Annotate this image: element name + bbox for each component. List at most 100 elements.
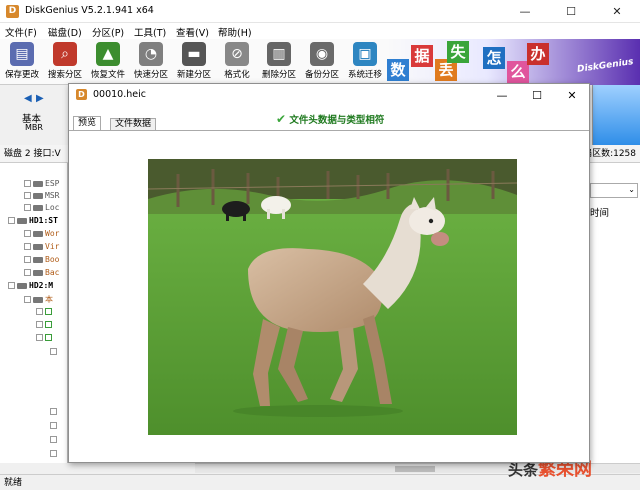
dialog-minimize-button[interactable]: —: [485, 84, 519, 106]
tree-item[interactable]: ESP: [24, 179, 59, 190]
system-migrate-label: 系统迁移: [347, 70, 382, 80]
disk-navigator: ◀ ▶ 基本 MBR: [0, 85, 68, 145]
dialog-maximize-button[interactable]: ☐: [520, 84, 554, 106]
system-migrate-button[interactable]: ▣ 系统迁移: [345, 41, 385, 83]
backup-partition-button[interactable]: ◉ 备份分区: [302, 41, 342, 83]
maximize-button[interactable]: ☐: [548, 0, 594, 23]
migrate-icon: ▣: [353, 42, 377, 66]
new-partition-icon: ▬: [182, 42, 206, 66]
tree-expander[interactable]: [50, 435, 59, 446]
tab-file-data[interactable]: 文件数据: [110, 118, 157, 130]
signature-text: 文件头数据与类型相符: [289, 115, 385, 126]
close-button[interactable]: ✕: [594, 0, 640, 23]
search-partition-label: 搜索分区: [47, 70, 82, 80]
menu-partition[interactable]: 分区(P): [92, 25, 124, 39]
preview-area: [69, 130, 589, 462]
tree-item[interactable]: 本: [24, 294, 53, 305]
menu-help[interactable]: 帮助(H): [218, 25, 252, 39]
tree-expander[interactable]: [36, 333, 54, 344]
delete-icon: ▥: [267, 42, 291, 66]
disk-info-right: 扇区数:1258: [583, 149, 636, 159]
quick-partition-label: 快速分区: [133, 70, 168, 80]
search-partition-button[interactable]: ⌕ 搜索分区: [45, 41, 85, 83]
tree-item[interactable]: HD2:M: [8, 281, 53, 292]
preview-image: [148, 159, 517, 435]
dialog-filename: 00010.heic: [93, 89, 146, 100]
tree-expander[interactable]: [50, 449, 59, 460]
tree-item[interactable]: Bac: [24, 268, 59, 279]
chevron-down-icon: ⌄: [628, 185, 635, 194]
menu-tools[interactable]: 工具(T): [134, 25, 166, 39]
prev-disk-icon[interactable]: ◀: [24, 93, 32, 104]
save-changes-label: 保存更改: [4, 70, 39, 80]
disk-tree: ESP MSR Loc HD1:ST Wor Vir Boo Bac HD2:M…: [0, 163, 68, 463]
menu-view[interactable]: 查看(V): [176, 25, 209, 39]
save-icon: ▤: [10, 42, 34, 66]
tree-expander[interactable]: [50, 421, 59, 432]
app-logo-icon: D: [6, 5, 19, 18]
tree-expander[interactable]: [36, 307, 54, 318]
scrollbar-thumb[interactable]: [395, 466, 435, 472]
tree-item[interactable]: Boo: [24, 255, 59, 266]
dialog-tabs: 预览 文件数据 ✔ 文件头数据与类型相符: [69, 108, 589, 130]
partition-icon: [33, 230, 43, 237]
partition-icon: [33, 180, 43, 187]
next-disk-icon[interactable]: ▶: [36, 93, 44, 104]
alpaca-photo: [148, 159, 517, 435]
banner-tile: 怎: [483, 47, 505, 69]
dialog-close-button[interactable]: ✕: [555, 84, 589, 106]
signature-status: ✔ 文件头数据与类型相符: [276, 112, 384, 126]
banner-tile: 办: [527, 43, 549, 65]
quick-partition-button[interactable]: ◔ 快速分区: [131, 41, 171, 83]
menu-bar: 文件(F) 磁盘(D) 分区(P) 工具(T) 查看(V) 帮助(H): [0, 23, 640, 39]
tree-expander[interactable]: [50, 347, 59, 358]
partition-icon: [33, 296, 43, 303]
tree-expander[interactable]: [36, 320, 54, 331]
dialog-app-icon: D: [76, 89, 87, 100]
recover-icon: ▲: [96, 42, 120, 66]
status-text: 就绪: [4, 478, 23, 488]
partition-table-label: MBR: [25, 123, 43, 132]
promo-banner[interactable]: 数 据 丢 失 怎 么 办 DiskGenius: [385, 39, 640, 85]
banner-tile: 据: [411, 45, 433, 67]
tree-item[interactable]: MSR: [24, 191, 59, 202]
save-changes-button[interactable]: ▤ 保存更改: [2, 41, 42, 83]
quick-partition-icon: ◔: [139, 42, 163, 66]
partition-icon: [33, 269, 43, 276]
partition-bar-segment[interactable]: [592, 85, 640, 145]
column-header-time[interactable]: 时间: [590, 205, 609, 219]
dialog-title-bar[interactable]: D 00010.heic — ☐ ✕: [69, 84, 589, 106]
tab-preview[interactable]: 预览: [73, 116, 102, 130]
banner-tile: 失: [447, 41, 469, 63]
new-partition-button[interactable]: ▬ 新建分区: [174, 41, 214, 83]
tree-expander[interactable]: [50, 407, 59, 418]
tree-item[interactable]: Loc: [24, 203, 59, 214]
disk-icon: [17, 217, 27, 224]
disk-info-left: 磁盘 2 接口:V: [4, 149, 61, 159]
backup-partition-label: 备份分区: [304, 70, 339, 80]
menu-disk[interactable]: 磁盘(D): [48, 25, 82, 39]
delete-partition-label: 删除分区: [261, 70, 296, 80]
minimize-button[interactable]: —: [502, 0, 548, 23]
partition-icon: [33, 204, 43, 211]
recover-files-button[interactable]: ▲ 恢复文件: [88, 41, 128, 83]
format-button[interactable]: ⊘ 格式化: [217, 41, 257, 83]
file-list-panel: ⌄ 时间: [588, 163, 640, 463]
tree-item[interactable]: HD1:ST: [8, 216, 58, 227]
partition-icon: [33, 256, 43, 263]
banner-brand: DiskGenius: [576, 57, 635, 75]
banner-tile: 数: [387, 59, 409, 81]
delete-partition-button[interactable]: ▥ 删除分区: [259, 41, 299, 83]
format-label: 格式化: [224, 70, 250, 80]
tree-item[interactable]: Wor: [24, 229, 59, 240]
tree-item[interactable]: Vir: [24, 242, 59, 253]
partition-icon: [33, 243, 43, 250]
title-bar: D DiskGenius V5.2.1.941 x64 — ☐ ✕: [0, 0, 640, 23]
partition-icon: [33, 192, 43, 199]
menu-file[interactable]: 文件(F): [5, 25, 37, 39]
view-filter-select[interactable]: ⌄: [590, 183, 638, 198]
banner-tile: 么: [507, 61, 529, 83]
checkmark-icon: ✔: [276, 112, 287, 126]
recover-files-label: 恢复文件: [90, 70, 125, 80]
new-partition-label: 新建分区: [176, 70, 211, 80]
